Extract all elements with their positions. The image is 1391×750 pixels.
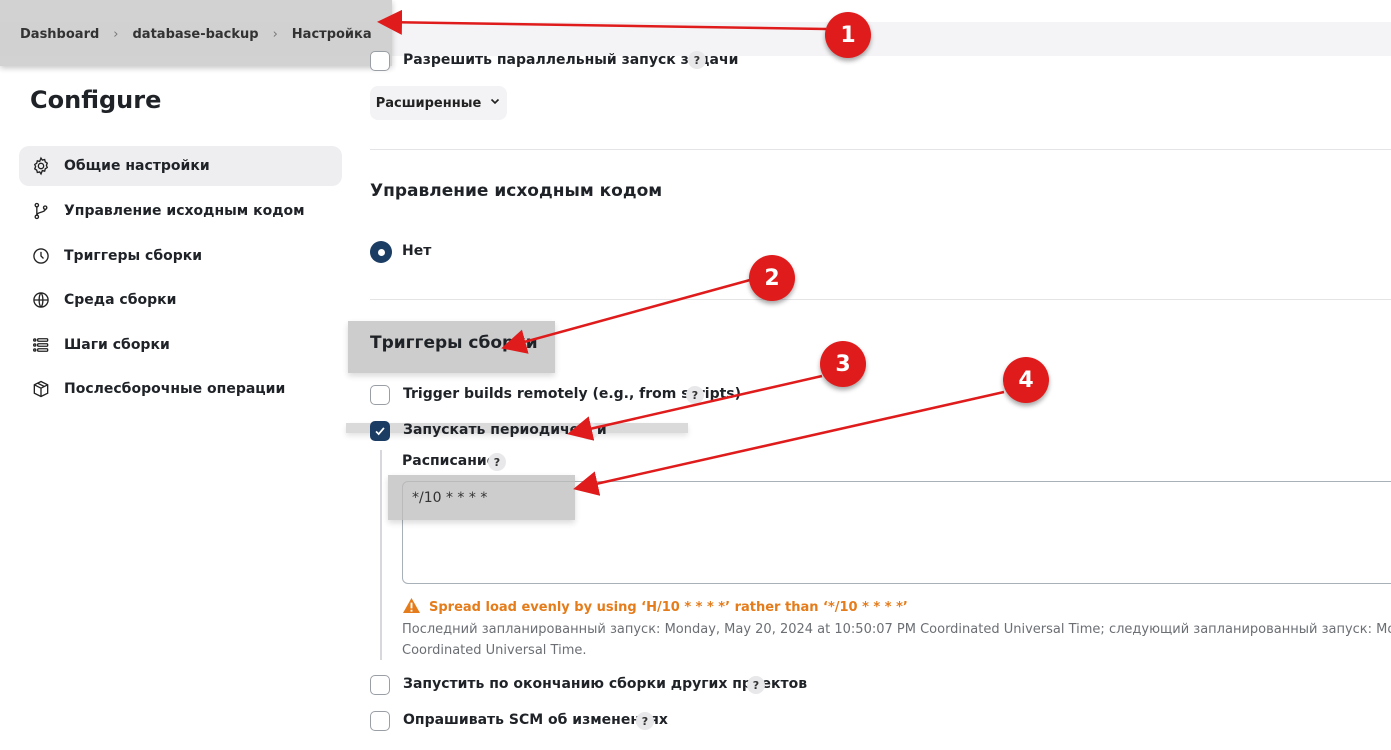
help-icon[interactable]: ? bbox=[636, 712, 654, 730]
gear-icon bbox=[30, 155, 52, 177]
schedule-label: Расписание bbox=[402, 453, 497, 469]
schedule-info-line1: Последний запланированный запуск: Monday… bbox=[402, 622, 1391, 637]
after-other-checkbox[interactable] bbox=[370, 675, 390, 695]
sidebar-item-label: Среда сборки bbox=[64, 292, 177, 308]
periodic-label: Запускать периодически bbox=[403, 422, 607, 438]
trigger-remote-checkbox[interactable] bbox=[370, 385, 390, 405]
globe-icon bbox=[30, 289, 52, 311]
poll-scm-label: Опрашивать SCM об изменениях bbox=[403, 712, 668, 728]
sidebar-item-label: Послесборочные операции bbox=[64, 381, 286, 397]
help-icon[interactable]: ? bbox=[488, 453, 506, 471]
sidebar-item-label: Шаги сборки bbox=[64, 337, 170, 353]
help-icon[interactable]: ? bbox=[688, 51, 706, 69]
breadcrumb: Dashboard › database-backup › Настройка bbox=[20, 24, 372, 44]
sidebar-item-label: Общие настройки bbox=[64, 158, 210, 174]
help-icon[interactable]: ? bbox=[747, 676, 765, 694]
chevron-right-icon: › bbox=[113, 26, 119, 42]
breadcrumb-job[interactable]: database-backup bbox=[133, 27, 259, 42]
schedule-info-line2: Coordinated Universal Time. bbox=[402, 643, 587, 658]
help-icon[interactable]: ? bbox=[580, 422, 598, 440]
clock-icon bbox=[30, 245, 52, 267]
sidebar-item-label: Управление исходным кодом bbox=[64, 203, 305, 219]
advanced-button[interactable]: Расширенные bbox=[370, 86, 507, 120]
schedule-info: Последний запланированный запуск: Monday… bbox=[402, 619, 1391, 661]
advanced-label: Расширенные bbox=[375, 95, 482, 111]
annotation-arrow-4 bbox=[573, 390, 1005, 496]
page-title: Configure bbox=[30, 86, 162, 114]
breadcrumb-dashboard[interactable]: Dashboard bbox=[20, 27, 99, 42]
periodic-checkbox[interactable] bbox=[370, 421, 390, 441]
breadcrumb-current[interactable]: Настройка bbox=[292, 27, 372, 42]
annotation-badge-2: 2 bbox=[749, 255, 795, 301]
poll-scm-checkbox[interactable] bbox=[370, 711, 390, 731]
divider bbox=[370, 149, 1391, 150]
scm-none-radio[interactable] bbox=[370, 241, 392, 263]
sidebar-item-post-build[interactable]: Послесборочные операции bbox=[19, 369, 342, 409]
sidebar-item-general[interactable]: Общие настройки bbox=[19, 146, 342, 186]
annotation-badge-3: 3 bbox=[820, 341, 866, 387]
sidebar-item-scm[interactable]: Управление исходным кодом bbox=[19, 191, 342, 231]
sidebar-item-build-steps[interactable]: Шаги сборки bbox=[19, 325, 342, 365]
chevron-right-icon: › bbox=[272, 26, 278, 42]
annotation-badge-4: 4 bbox=[1003, 357, 1049, 403]
sidebar-item-triggers[interactable]: Триггеры сборки bbox=[19, 236, 342, 276]
scm-section-title: Управление исходным кодом bbox=[370, 181, 663, 201]
nested-section-line bbox=[380, 450, 382, 660]
triggers-section-title: Триггеры сборки bbox=[370, 333, 538, 353]
annotation-badge-1: 1 bbox=[825, 12, 871, 58]
schedule-warning: Spread load evenly by using ‘H/10 * * * … bbox=[402, 597, 908, 618]
scm-none-label: Нет bbox=[402, 243, 432, 259]
warning-icon bbox=[402, 597, 421, 618]
branch-icon bbox=[30, 200, 52, 222]
schedule-value: */10 * * * * bbox=[412, 490, 488, 506]
list-icon bbox=[30, 334, 52, 356]
package-icon bbox=[30, 378, 52, 400]
parallel-checkbox[interactable] bbox=[370, 51, 390, 71]
chevron-down-icon bbox=[489, 95, 501, 111]
divider bbox=[370, 299, 1391, 300]
sidebar-item-label: Триггеры сборки bbox=[64, 248, 203, 264]
sidebar-item-environment[interactable]: Среда сборки bbox=[19, 280, 342, 320]
help-icon[interactable]: ? bbox=[686, 386, 704, 404]
warning-text: Spread load evenly by using ‘H/10 * * * … bbox=[429, 600, 908, 615]
